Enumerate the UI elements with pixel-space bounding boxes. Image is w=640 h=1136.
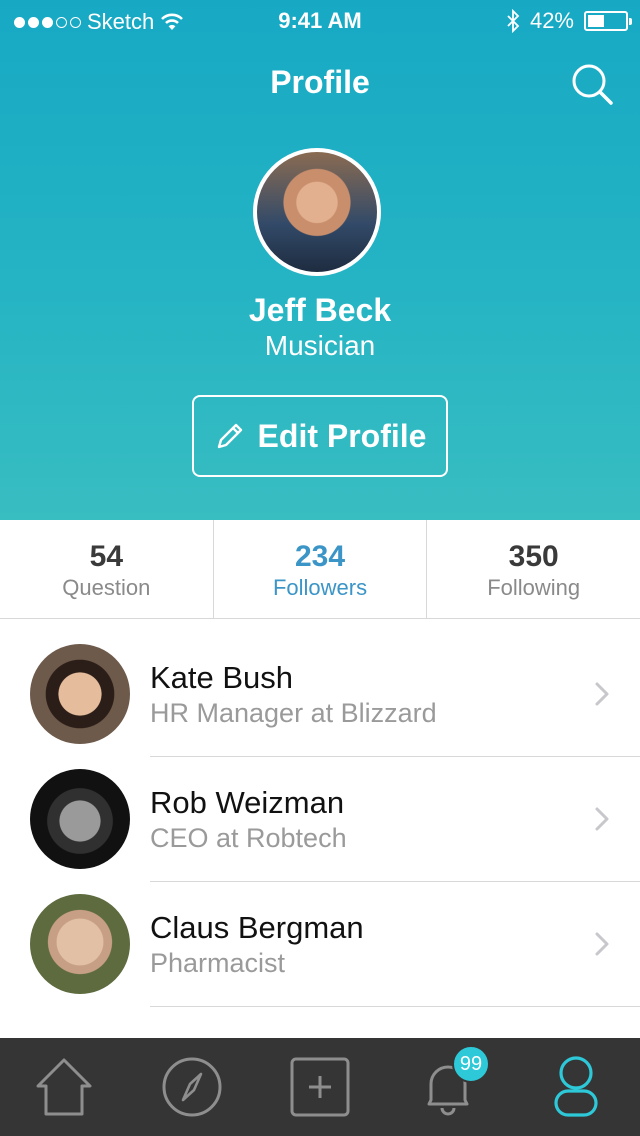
tab-notifications[interactable]: 99: [416, 1045, 490, 1119]
person-name: Rob Weizman: [150, 785, 345, 820]
chevron-right-icon: [595, 807, 609, 831]
search-icon[interactable]: [570, 62, 614, 106]
stat-questions[interactable]: 54 Question: [0, 520, 214, 618]
stat-value: 350: [508, 540, 559, 573]
list-item[interactable]: Kate Bush HR Manager at Blizzard: [0, 632, 640, 757]
person-subtitle: CEO at Robtech: [150, 823, 347, 853]
battery-icon: [584, 11, 632, 31]
stat-followers[interactable]: 234 Followers: [214, 520, 428, 618]
chevron-right-icon: [595, 682, 609, 706]
stat-label: Question: [62, 575, 151, 600]
tab-profile[interactable]: [544, 1055, 608, 1119]
profile-stats: 54 Question 234 Followers 350 Following: [0, 520, 640, 619]
divider: [150, 1006, 640, 1007]
avatar: [30, 894, 130, 994]
profile-icon: [554, 1056, 598, 1117]
tab-explore[interactable]: [160, 1055, 224, 1119]
notification-badge: 99: [452, 1045, 490, 1083]
stat-value: 54: [89, 540, 124, 573]
profile-role: Musician: [264, 330, 376, 361]
compass-icon: [162, 1057, 222, 1117]
person-name: Kate Bush: [150, 660, 294, 695]
tab-home[interactable]: [32, 1055, 96, 1119]
avatar: [30, 769, 130, 869]
pencil-icon: [217, 423, 242, 449]
status-bar: Sketch 9:41 AM 42%: [0, 0, 640, 40]
edit-profile-label: Edit Profile: [257, 417, 427, 454]
add-icon: [290, 1057, 350, 1117]
tab-bar: 99: [0, 1038, 640, 1136]
followers-list: Kate Bush HR Manager at Blizzard Rob Wei…: [0, 632, 640, 1007]
stat-following[interactable]: 350 Following: [427, 520, 640, 618]
list-item[interactable]: Claus Bergman Pharmacist: [0, 882, 640, 1007]
battery-percent: 42%: [529, 8, 574, 33]
person-name: Claus Bergman: [150, 910, 364, 945]
profile-avatar: [253, 148, 381, 276]
profile-header: Sketch 9:41 AM 42% Profile Jeff Beck Mus…: [0, 0, 640, 520]
stat-value: 234: [294, 540, 346, 573]
edit-profile-button[interactable]: Edit Profile: [192, 395, 448, 477]
person-subtitle: Pharmacist: [150, 948, 286, 978]
bluetooth-icon: [507, 9, 520, 33]
stat-label: Followers: [272, 575, 368, 600]
tab-add[interactable]: [288, 1055, 352, 1119]
person-subtitle: HR Manager at Blizzard: [150, 698, 437, 728]
page-title: Profile: [270, 64, 370, 100]
stat-label: Following: [487, 575, 581, 600]
list-item[interactable]: Rob Weizman CEO at Robtech: [0, 757, 640, 882]
profile-name: Jeff Beck: [248, 292, 392, 328]
avatar: [30, 644, 130, 744]
chevron-right-icon: [595, 932, 609, 956]
home-icon: [36, 1058, 92, 1116]
